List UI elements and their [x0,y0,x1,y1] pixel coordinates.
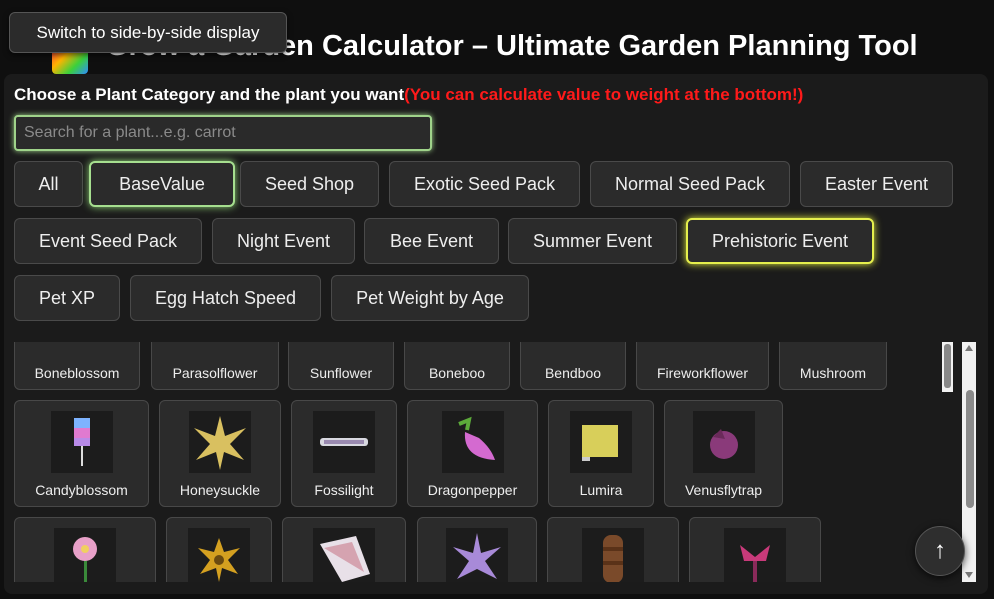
category-egg-hatch-speed-button[interactable]: Egg Hatch Speed [130,275,321,321]
plant-label: Sunflower [309,365,373,381]
category-pet-weight-by-age-button[interactable]: Pet Weight by Age [331,275,529,321]
arrow-up-icon: ↑ [934,537,946,564]
back-to-top-button[interactable]: ↑ [915,526,965,576]
plant-card-lumira[interactable]: Lumira [548,400,654,507]
category-normal-seed-pack-button[interactable]: Normal Seed Pack [590,161,790,207]
category-seed-shop-button[interactable]: Seed Shop [240,161,379,207]
plant-card-venusflytrap[interactable]: Venusflytrap [664,400,783,507]
plant-label: Mushroom [799,365,867,381]
plant-card[interactable] [689,517,821,582]
plant-card-boneblossom[interactable]: Boneblossom [14,342,140,390]
venusflytrap-icon [692,411,755,473]
plant-card-bendboo[interactable]: Bendboo [520,342,626,390]
plant-search-input[interactable] [14,115,432,151]
plant-label: Boneblossom [34,365,120,381]
plant-card-fossilight[interactable]: Fossilight [291,400,397,507]
plant-card-honeysuckle[interactable]: Honeysuckle [159,400,281,507]
category-event-seed-pack-button[interactable]: Event Seed Pack [14,218,202,264]
category-easter-event-button[interactable]: Easter Event [800,161,953,207]
plant-label: Honeysuckle [179,482,261,498]
brown-pod-icon [582,528,644,582]
plant-card-parasolflower[interactable]: Parasolflower [151,342,279,390]
category-summer-event-button[interactable]: Summer Event [508,218,677,264]
pink-flower-icon [54,528,116,582]
prompt-note: (You can calculate value to weight at th… [404,85,804,104]
inner-scroll-thumb[interactable] [944,344,951,388]
grid-inner-scrollbar[interactable] [942,342,953,392]
magenta-flower-icon [724,528,786,582]
switch-display-button[interactable]: Switch to side-by-side display [9,12,287,53]
plant-card-candyblossom[interactable]: Candyblossom [14,400,149,507]
plant-card[interactable] [14,517,156,582]
category-prehistoric-event-button[interactable]: Prehistoric Event [686,218,874,264]
category-night-event-button[interactable]: Night Event [212,218,355,264]
plant-label: Candyblossom [35,482,128,498]
plant-label: Fossilight [314,482,374,498]
plant-card-fireworkflower[interactable]: Fireworkflower [636,342,769,390]
plant-card[interactable] [166,517,272,582]
plant-label: Lumira [579,482,623,498]
plant-label: Parasolflower [172,365,258,381]
plant-card[interactable] [417,517,537,582]
scroll-up-arrow-icon[interactable] [965,345,973,351]
plant-card-boneboo[interactable]: Boneboo [404,342,510,390]
category-prompt: Choose a Plant Category and the plant yo… [14,85,803,105]
scrollbar-thumb[interactable] [966,390,974,508]
fossilight-icon [313,411,375,473]
plant-label: Boneboo [428,365,486,381]
lumira-icon [570,411,632,473]
plant-label: Venusflytrap [684,482,763,498]
category-exotic-seed-pack-button[interactable]: Exotic Seed Pack [389,161,580,207]
purple-star-flower-icon [446,528,508,582]
prompt-text: Choose a Plant Category and the plant yo… [14,85,405,104]
category-pet-xp-button[interactable]: Pet XP [14,275,120,321]
plant-label: Dragonpepper [427,482,518,498]
category-bee-event-button[interactable]: Bee Event [364,218,499,264]
yellow-flower-icon [188,528,250,582]
category-all-button[interactable]: All [14,161,83,207]
plant-label: Bendboo [544,365,602,381]
category-basevalue-button[interactable]: BaseValue [89,161,235,207]
plant-card-sunflower[interactable]: Sunflower [288,342,394,390]
plant-grid: Boneblossom Parasolflower Sunflower Bone… [12,342,938,582]
plant-label: Fireworkflower [656,365,748,381]
plant-card[interactable] [282,517,406,582]
honeysuckle-icon [189,411,251,473]
plant-card[interactable] [547,517,679,582]
dragonpepper-icon [441,411,504,473]
plant-card-mushroom[interactable]: Mushroom [779,342,887,390]
crystal-leaf-icon [313,528,375,582]
candyblossom-icon [50,411,113,473]
plant-card-dragonpepper[interactable]: Dragonpepper [407,400,538,507]
scroll-down-arrow-icon[interactable] [965,572,973,578]
